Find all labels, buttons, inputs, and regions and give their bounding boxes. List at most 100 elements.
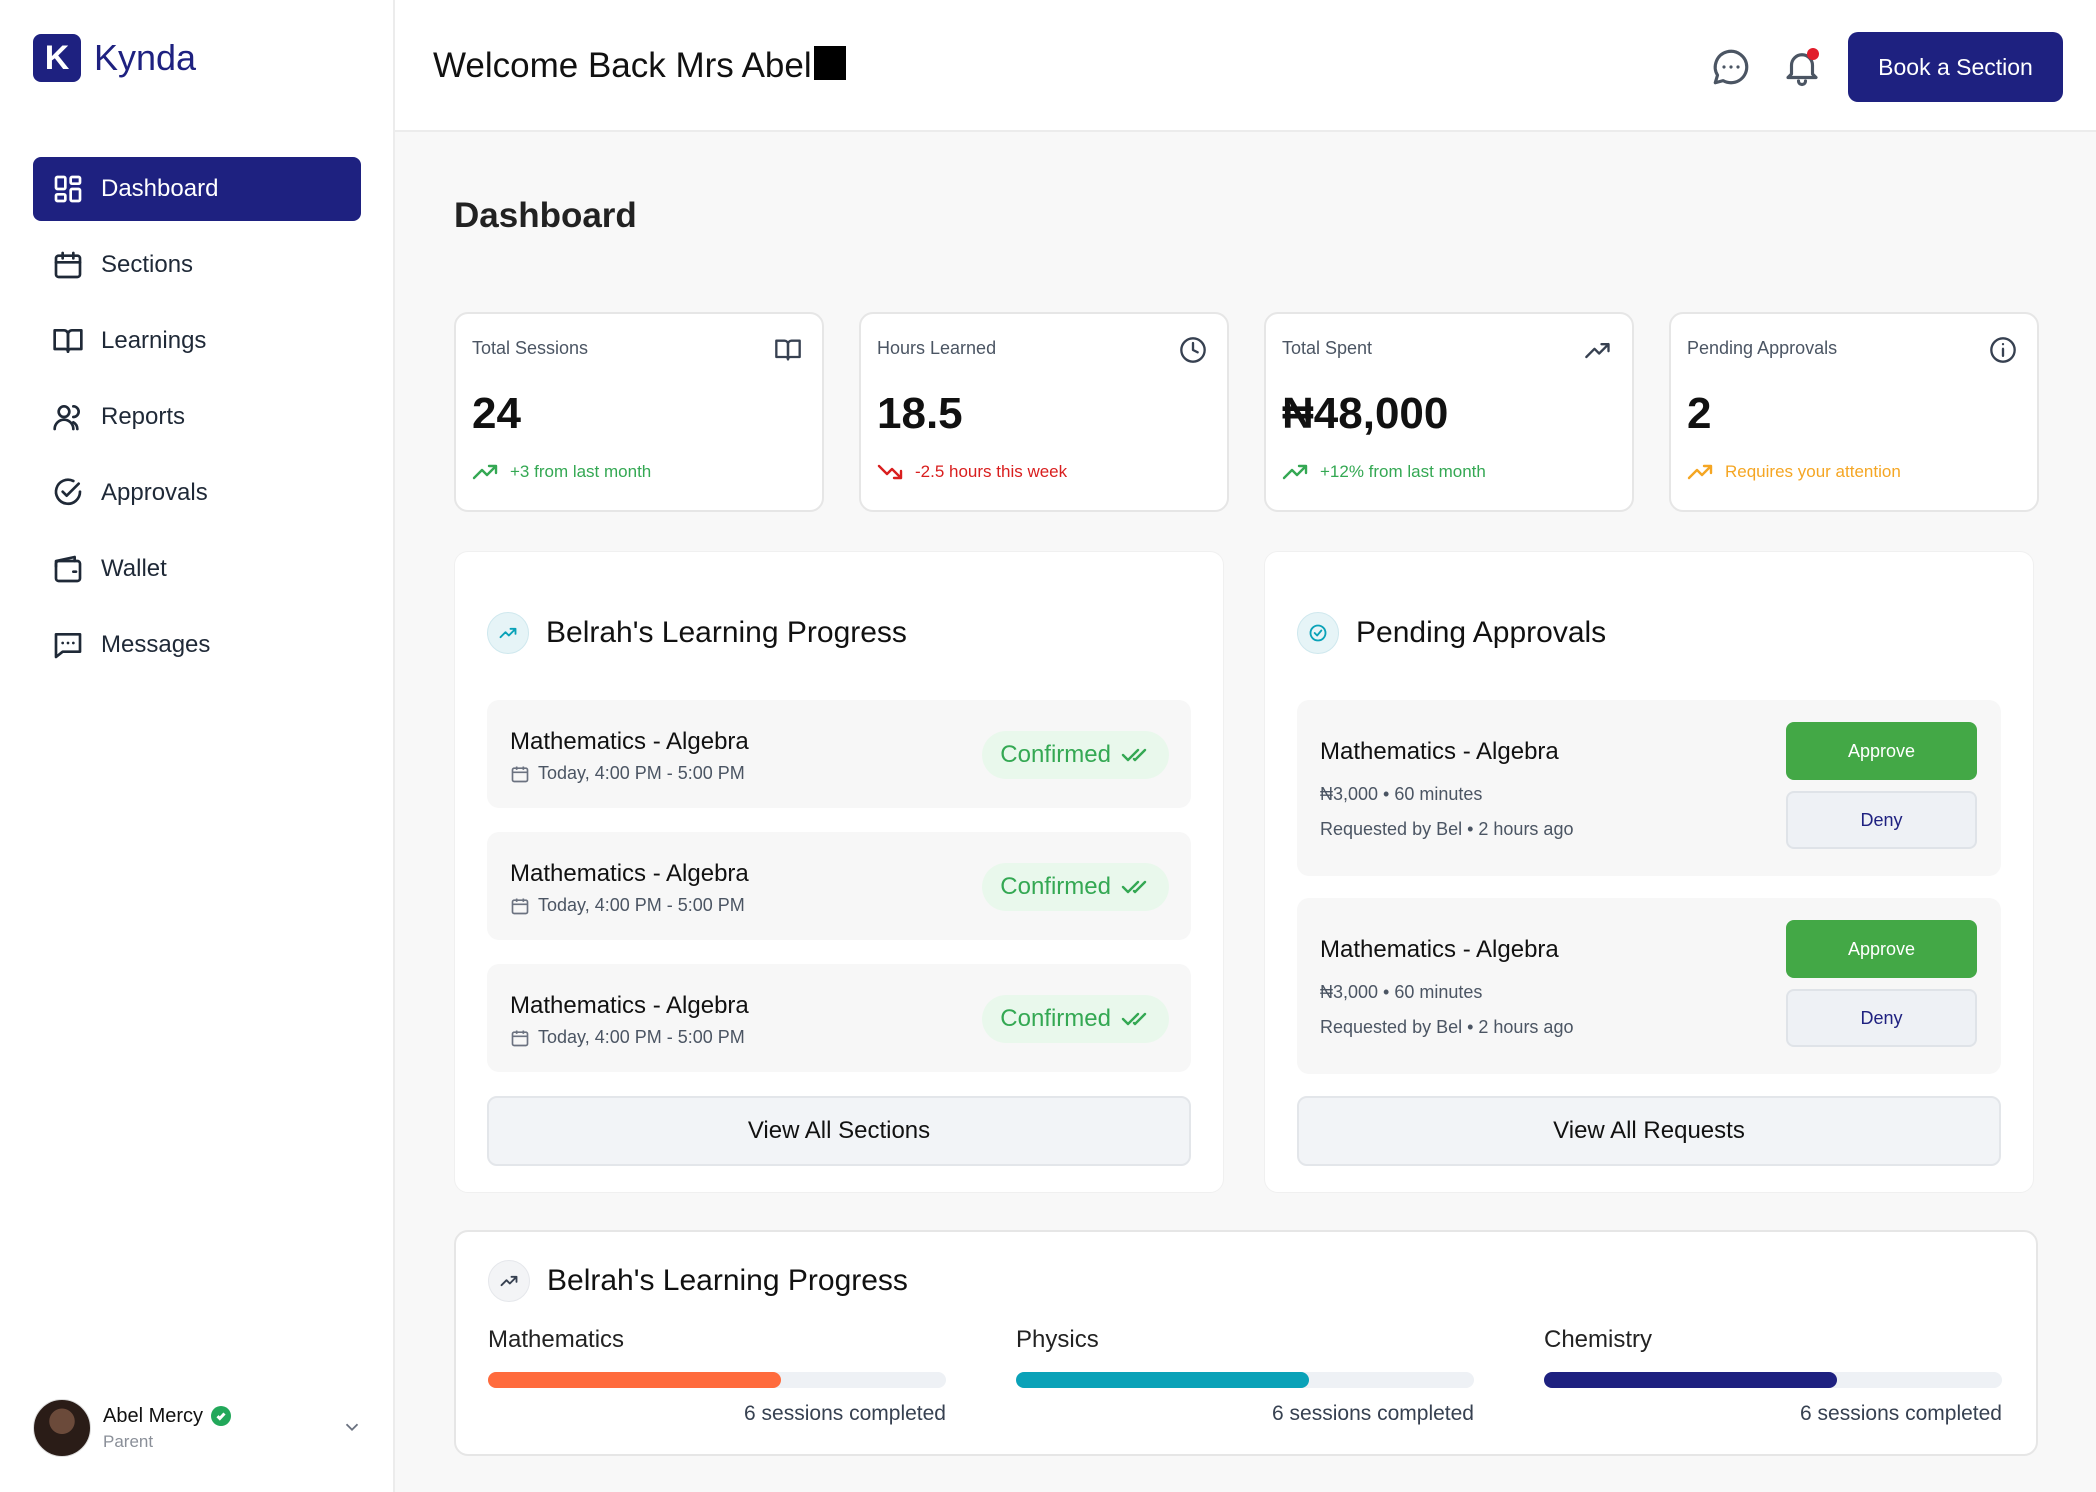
- approve-button[interactable]: Approve: [1786, 920, 1977, 978]
- calendar-icon: [51, 248, 85, 282]
- notification-dot: [1807, 48, 1819, 60]
- deny-button[interactable]: Deny: [1786, 791, 1977, 849]
- welcome-text: Welcome Back Mrs Abel: [433, 46, 812, 85]
- stat-value: ₦48,000: [1282, 389, 1449, 438]
- approval-request: Mathematics - Algebra ₦3,000 • 60 minute…: [1297, 898, 2001, 1074]
- chevron-down-icon[interactable]: [341, 1416, 363, 1438]
- verified-icon: [211, 1406, 232, 1426]
- session-time: Today, 4:00 PM - 5:00 PM: [510, 763, 745, 784]
- request-by: Requested by Bel • 2 hours ago: [1320, 819, 1574, 839]
- avatar: [33, 1399, 91, 1457]
- trending-up-icon: [487, 612, 529, 654]
- status-text: Confirmed: [1000, 741, 1111, 768]
- session-time-text: Today, 4:00 PM - 5:00 PM: [538, 763, 745, 783]
- message-icon: [51, 628, 85, 662]
- trending-up-icon: [1584, 336, 1612, 364]
- sidebar-item-messages[interactable]: Messages: [33, 613, 361, 677]
- panel-title: Belrah's Learning Progress: [546, 616, 907, 649]
- stat-trend: Requires your attention: [1687, 462, 1901, 482]
- session-time: Today, 4:00 PM - 5:00 PM: [510, 1027, 745, 1048]
- dashboard-icon: [51, 172, 85, 206]
- sidebar-item-label: Approvals: [101, 479, 208, 506]
- redaction-block: [813, 46, 846, 80]
- stat-trend-text: Requires your attention: [1725, 462, 1901, 481]
- stat-card-hours-learned: Hours Learned 18.5 -2.5 hours this week: [859, 312, 1229, 512]
- stat-value: 18.5: [877, 389, 963, 438]
- progress-fill: [488, 1372, 782, 1388]
- check-circle-icon: [1297, 612, 1339, 654]
- users-icon: [51, 400, 85, 434]
- user-profile[interactable]: Abel Mercy Parent: [33, 1398, 363, 1458]
- clock-icon: [1179, 336, 1207, 364]
- stat-card-total-spent: Total Spent ₦48,000 +12% from last month: [1264, 312, 1634, 512]
- view-all-sections-button[interactable]: View All Sections: [487, 1096, 1191, 1166]
- sidebar-item-learnings[interactable]: Learnings: [33, 309, 361, 373]
- stat-label: Total Spent: [1282, 338, 1373, 358]
- calendar-icon: [511, 1030, 529, 1046]
- book-section-button[interactable]: Book a Section: [1848, 32, 2063, 102]
- sidebar-item-label: Reports: [101, 403, 186, 430]
- trending-up-icon: [472, 464, 498, 480]
- stat-trend: +3 from last month: [472, 462, 651, 482]
- status-badge: Confirmed: [982, 863, 1169, 911]
- wallet-icon: [51, 552, 85, 586]
- calendar-icon: [511, 766, 529, 782]
- double-check-icon: [1121, 748, 1147, 762]
- user-info: Abel Mercy Parent: [103, 1404, 232, 1452]
- request-meta: ₦3,000 • 60 minutes: [1320, 784, 1483, 804]
- request-title: Mathematics - Algebra: [1320, 738, 1559, 765]
- session-time: Today, 4:00 PM - 5:00 PM: [510, 895, 745, 916]
- sidebar-item-dashboard[interactable]: Dashboard: [33, 157, 361, 221]
- trending-up-icon: [488, 1260, 530, 1302]
- subject-progress-physics: Physics 6 sessions completed: [1016, 1326, 1474, 1426]
- view-all-requests-button[interactable]: View All Requests: [1297, 1096, 2001, 1166]
- pending-approvals-panel: Pending Approvals Mathematics - Algebra …: [1264, 551, 2034, 1193]
- stat-label: Total Sessions: [472, 338, 589, 358]
- stat-trend: -2.5 hours this week: [877, 462, 1067, 482]
- subject-name: Physics: [1016, 1326, 1099, 1353]
- stat-trend-text: +12% from last month: [1320, 462, 1486, 481]
- sessions-completed: 6 sessions completed: [744, 1402, 946, 1425]
- sidebar-item-sections[interactable]: Sections: [33, 233, 361, 297]
- request-title: Mathematics - Algebra: [1320, 936, 1559, 963]
- user-name: Abel Mercy: [103, 1404, 204, 1427]
- subject-progress-panel: Belrah's Learning Progress Mathematics 6…: [454, 1230, 2038, 1456]
- stat-trend-text: -2.5 hours this week: [915, 462, 1068, 481]
- session-title: Mathematics - Algebra: [510, 992, 749, 1019]
- sidebar-item-approvals[interactable]: Approvals: [33, 461, 361, 525]
- session-item[interactable]: Mathematics - Algebra Today, 4:00 PM - 5…: [487, 700, 1191, 808]
- session-title: Mathematics - Algebra: [510, 728, 749, 755]
- trending-up-icon: [1687, 464, 1713, 480]
- learning-progress-panel: Belrah's Learning Progress Mathematics -…: [454, 551, 1224, 1193]
- subject-progress-mathematics: Mathematics 6 sessions completed: [488, 1326, 946, 1426]
- sidebar-nav: Dashboard Sections Learnings Reports App…: [33, 157, 361, 689]
- session-item[interactable]: Mathematics - Algebra Today, 4:00 PM - 5…: [487, 832, 1191, 940]
- sidebar: K Kynda Dashboard Sections Learnings Rep…: [0, 0, 395, 1492]
- approval-request: Mathematics - Algebra ₦3,000 • 60 minute…: [1297, 700, 2001, 876]
- deny-button[interactable]: Deny: [1786, 989, 1977, 1047]
- sidebar-item-reports[interactable]: Reports: [33, 385, 361, 449]
- sessions-completed: 6 sessions completed: [1800, 1402, 2002, 1425]
- logo[interactable]: K Kynda: [33, 34, 196, 82]
- progress-fill: [1016, 1372, 1310, 1388]
- calendar-icon: [511, 898, 529, 914]
- panel-title: Belrah's Learning Progress: [547, 1264, 908, 1297]
- stat-value: 24: [472, 389, 521, 438]
- book-icon: [774, 336, 802, 364]
- session-time-text: Today, 4:00 PM - 5:00 PM: [538, 895, 745, 915]
- chat-icon[interactable]: [1710, 46, 1752, 88]
- info-icon: [1989, 336, 2017, 364]
- sidebar-item-wallet[interactable]: Wallet: [33, 537, 361, 601]
- session-title: Mathematics - Algebra: [510, 860, 749, 887]
- session-item[interactable]: Mathematics - Algebra Today, 4:00 PM - 5…: [487, 964, 1191, 1072]
- stat-value: 2: [1687, 389, 1712, 438]
- panel-header: Belrah's Learning Progress: [488, 1260, 908, 1302]
- stat-label: Hours Learned: [877, 338, 997, 358]
- bell-icon[interactable]: [1781, 46, 1823, 88]
- approve-button[interactable]: Approve: [1786, 722, 1977, 780]
- double-check-icon: [1121, 880, 1147, 894]
- status-badge: Confirmed: [982, 731, 1169, 779]
- double-check-icon: [1121, 1012, 1147, 1026]
- sidebar-item-label: Sections: [101, 251, 194, 278]
- page-title: Dashboard: [454, 196, 637, 235]
